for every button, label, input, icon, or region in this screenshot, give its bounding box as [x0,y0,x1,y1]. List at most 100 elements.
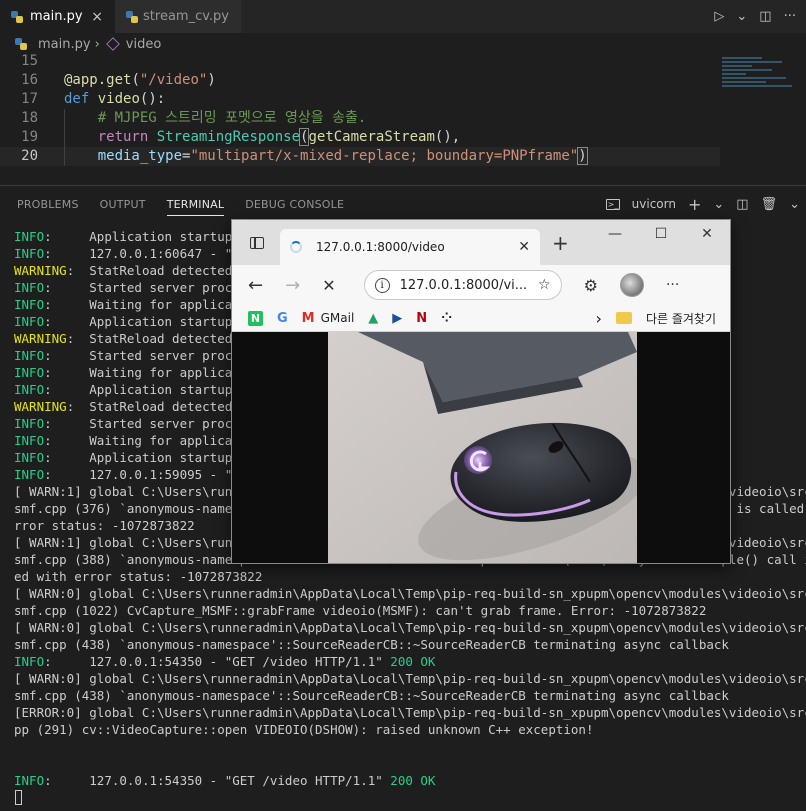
favorite-drive[interactable]: ▲ [368,311,378,326]
gmail-icon: M [301,310,315,326]
chevron-right-icon[interactable]: › [596,309,602,328]
loading-icon [290,241,302,253]
favorite-netflix[interactable]: N [416,311,427,326]
more-icon[interactable]: ··· [784,9,796,24]
play-icon: ▶ [392,310,403,326]
close-window-icon[interactable]: ✕ [684,220,730,248]
forward-icon[interactable]: → [285,275,300,296]
breadcrumb-file[interactable]: main.py [38,37,91,52]
line-number: 20 [21,148,38,164]
code-line[interactable]: 16 @app.get("/video") [0,71,720,90]
chevron-down-icon[interactable]: ⌄ [789,197,800,212]
folder-icon [615,312,632,324]
code-text[interactable]: media_type="multipart/x-mixed-replace; b… [38,147,588,166]
tab-output[interactable]: OUTPUT [100,186,146,222]
add-favorite-icon[interactable]: ☆ [538,277,551,293]
more-icon[interactable]: ··· [666,277,679,293]
python-file-icon [14,37,28,51]
camera-frame-image [328,332,637,563]
close-tab-icon[interactable]: ✕ [518,239,530,255]
tab-stream-cv-py[interactable]: stream_cv.py [115,0,241,33]
extensions-icon[interactable]: ⚙ [584,276,598,295]
code-line[interactable]: 19 return StreamingResponse(getCameraStr… [0,128,720,147]
terminal-line: [ WARN:0] global C:\Users\runneradmin\Ap… [14,586,806,601]
python-file-icon [10,10,24,24]
favorite-google[interactable]: G [277,311,288,326]
indent-guide [64,147,65,166]
close-icon[interactable]: × [91,9,103,25]
avatar[interactable] [619,273,644,297]
line-number: 16 [21,72,38,88]
chevron-down-icon[interactable]: ⌄ [713,197,724,212]
split-terminal-icon[interactable]: ◫ [736,197,748,212]
code-text[interactable]: # MJPEG 스트리밍 포멧으로 영상을 송출. [38,109,367,128]
maximize-icon[interactable]: ☐ [638,220,684,248]
favorite-gmail[interactable]: M GMail [302,311,355,326]
code-line[interactable]: 15 [0,52,720,71]
address-bar[interactable]: i 127.0.0.1:8000/vi... ☆ [363,270,562,300]
split-editor-icon[interactable]: ◫ [759,9,771,24]
favorite-label: GMail [320,311,355,325]
symbol-method-icon [105,37,120,51]
code-line[interactable]: 18 # MJPEG 스트리밍 포멧으로 영상을 송출. [0,109,720,128]
code-text[interactable] [38,52,64,71]
terminal-line: pp (291) cv::VideoCapture::open VIDEOIO(… [14,722,594,737]
terminal-line: smf.cpp (1022) CvCapture_MSMF::grabFrame… [14,603,707,618]
code-text[interactable]: @app.get("/video") [38,71,216,90]
naver-icon: N [248,310,263,326]
terminal-icon: >_ [605,198,620,210]
chevron-down-icon[interactable]: ⌄ [736,9,747,24]
minimap[interactable] [722,55,806,175]
favorite-naver[interactable]: N [248,310,263,326]
code-line[interactable]: 17 def video(): [0,90,720,109]
terminal-name[interactable]: uvicorn [632,197,676,211]
favorite-other[interactable]: ⁘ [441,311,452,326]
favorite-play[interactable]: ▶ [392,311,402,326]
new-tab-icon[interactable]: + [552,231,569,255]
tab-main-py[interactable]: main.py × [0,0,115,33]
code-text[interactable]: def video(): [38,90,165,109]
browser-toolbar: ← → ✕ i 127.0.0.1:8000/vi... ☆ ⚙ ··· [232,265,730,305]
add-terminal-icon[interactable]: + [688,195,701,214]
code-line[interactable]: 20 media_type="multipart/x-mixed-replace… [0,147,720,166]
python-file-icon [125,10,139,24]
info-icon[interactable]: i [374,277,390,293]
tab-terminal[interactable]: TERMINAL [166,186,225,222]
back-icon[interactable]: ← [248,275,263,296]
window-controls: — ☐ ✕ [592,220,730,248]
terminal-line: ed with error status: -1072873822 [14,569,263,584]
code-text[interactable]: return StreamingResponse(getCameraStream… [38,128,460,147]
panel-tab-bar: PROBLEMS OUTPUT TERMINAL DEBUG CONSOLE >… [0,186,806,222]
page-content [232,332,730,563]
netflix-icon: N [416,310,428,326]
video-stream [328,332,637,563]
browser-tab[interactable]: 127.0.0.1:8000/video ✕ [280,229,540,265]
browser-window[interactable]: 127.0.0.1:8000/video ✕ + — ☐ ✕ ← → ✕ i 1… [231,219,731,564]
tab-label: main.py [30,9,83,24]
breadcrumb-symbol[interactable]: video [126,37,162,52]
address-text[interactable]: 127.0.0.1:8000/vi... [400,278,528,293]
tab-problems[interactable]: PROBLEMS [17,186,79,222]
editor-tab-bar: main.py × stream_cv.py ▷ ⌄ ◫ ··· [0,0,806,33]
terminal-line: [ WARN:0] global C:\Users\runneradmin\Ap… [14,620,806,635]
google-icon: G [277,310,288,326]
browser-title-bar: 127.0.0.1:8000/video ✕ + — ☐ ✕ [232,220,730,265]
indent-guide [64,109,65,128]
tab-actions-icon[interactable] [250,236,264,249]
other-favorites[interactable]: 다른 즐겨찾기 [646,310,716,327]
run-icon[interactable]: ▷ [714,9,724,24]
dots-icon: ⁘ [441,310,453,326]
trash-icon[interactable]: 🗑 [761,197,778,212]
line-number: 19 [21,129,38,145]
terminal-line: [ WARN:0] global C:\Users\runneradmin\Ap… [14,671,806,686]
tab-label: stream_cv.py [143,9,229,24]
code-editor[interactable]: 15 16 @app.get("/video") 17 def video(): 18 #… [0,52,720,166]
minimize-icon[interactable]: — [592,220,638,248]
tab-debug-console[interactable]: DEBUG CONSOLE [245,186,344,222]
stop-icon[interactable]: ✕ [322,276,335,295]
terminal-line: smf.cpp (438) `anonymous-namespace'::Sou… [14,637,729,652]
terminal-line: [ERROR:0] global C:\Users\runneradmin\Ap… [14,705,806,720]
editor-actions: ▷ ⌄ ◫ ··· [714,0,806,33]
terminal-line: smf.cpp (438) `anonymous-namespace'::Sou… [14,688,729,703]
